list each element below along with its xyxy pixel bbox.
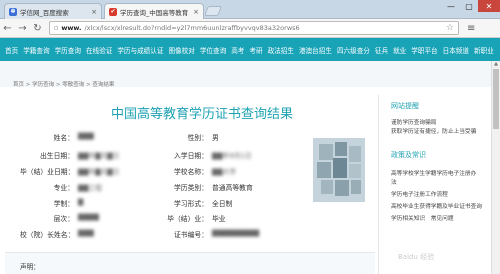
field-value: ▇▇▇▇▇▇▇▇▇ (212, 229, 260, 237)
page-icon: ▫ (54, 24, 59, 32)
field-value: 毕业 (212, 215, 226, 223)
sidebar-title-policy: 政策及常识 (391, 151, 426, 159)
field-value: 普通高等教育 (212, 184, 253, 192)
field-label: 证书编号： (174, 231, 208, 239)
sidebar-link[interactable]: 学历电子注册工作流程 (391, 189, 448, 198)
field-label: 专业： (53, 184, 74, 192)
field-label: 校（院）长姓名： (20, 231, 75, 239)
tab-title: 学信网_百度搜索 (20, 8, 69, 17)
nav-item[interactable]: 学历与成绩认证 (117, 45, 163, 55)
address-bar: ← → ↻ ▫ www. /xlcx/lscx/xlresult.do?rndi… (0, 19, 500, 38)
scroll-up-icon[interactable]: ▲ (492, 61, 500, 68)
field-label: 出生日期： (40, 152, 74, 160)
site-icon: ✔ (109, 7, 117, 16)
field-value: 男 (212, 134, 219, 142)
paw-icon: ✽ (9, 7, 17, 16)
nav-item[interactable]: 高考 (231, 45, 244, 55)
right-sidebar: 网站提醒 谨防学历查询骗局 获取学历证有捷径，防止上当受骗 政策及常识 高等学校… (378, 95, 485, 274)
sidebar-link[interactable]: 学历相关知识 常见问题 (391, 213, 454, 222)
page-scrollbar[interactable]: ▲ (491, 61, 500, 274)
window-controls: — ▢ ✕ (442, 0, 500, 12)
browser-tabstrip: ✽ 学信网_百度搜索 × ✔ 学历查询_中国高等教育 × — ▢ ✕ (0, 0, 500, 19)
nav-item[interactable]: 首页 (5, 45, 18, 55)
nav-item[interactable]: 四六级查分 (337, 45, 370, 55)
close-tab-icon[interactable]: × (91, 8, 97, 16)
tab-title: 学历查询_中国高等教育 (120, 8, 189, 17)
field-label: 毕（结）业： (167, 215, 208, 223)
url-host: www. (61, 24, 82, 32)
arrow-left-icon[interactable]: ← (0, 23, 15, 34)
sidebar-title-reminder: 网站提醒 (391, 102, 419, 110)
sidebar-link[interactable]: 法 (391, 177, 397, 186)
field-value: ▇▇年▇月▇日 (78, 152, 120, 160)
nav-item[interactable]: 港澳台招生 (299, 45, 332, 55)
close-window-icon[interactable]: ✕ (478, 0, 500, 12)
field-label: 姓名： (53, 134, 74, 142)
sidebar-link[interactable]: 谨防学历查询骗局 (391, 117, 437, 126)
field-value: ▇▇年▇月▇日 (78, 168, 120, 176)
field-label: 学习形式： (174, 200, 208, 208)
nav-item[interactable]: 学位查询 (200, 45, 226, 55)
star-icon[interactable]: ☆ (446, 23, 454, 33)
nav-item[interactable]: 学职平台 (411, 45, 437, 55)
scrollbar-thumb[interactable] (493, 69, 499, 129)
new-tab-button[interactable] (204, 6, 222, 16)
nav-item[interactable]: 学历查询 (55, 45, 81, 55)
field-value: ▇▇年9月1日 (212, 152, 252, 160)
watermark: Baidu 经验 (398, 253, 435, 261)
field-label: 学历类别： (174, 184, 208, 192)
nav-item[interactable]: 新职业 (474, 45, 494, 55)
field-label: 层次： (53, 215, 74, 223)
field-value: 全日制 (212, 200, 233, 208)
nav-item[interactable]: 图像校对 (168, 45, 194, 55)
nav-item[interactable]: 考研 (249, 45, 262, 55)
url-input[interactable]: ▫ www. /xlcx/lscx/xlresult.do?rndid=y2l7… (49, 21, 459, 35)
statement-section: 声明： (5, 252, 375, 274)
field-value: ▇ (78, 198, 84, 206)
reload-icon[interactable]: ↻ (30, 23, 45, 34)
breadcrumb-bar: 首页 > 学历查询 > 零散查询 > 查询结果 (0, 61, 500, 88)
maximize-icon[interactable]: ▢ (460, 0, 478, 12)
url-path: /xlcx/lscx/xlresult.do?rndid=y2l7mm6uunl… (84, 24, 300, 32)
field-value: ▇▇▇ (78, 229, 94, 237)
menu-icon[interactable]: ≡ (467, 23, 475, 34)
student-photo (313, 138, 365, 202)
minimize-icon[interactable]: — (442, 0, 460, 12)
site-nav: 首页 学籍查询 学历查询 在线验证 学历与成绩认证 图像校对 学位查询 高考 考研 政法招生 港澳台… (0, 38, 500, 61)
field-value: ▇▇▇▇ (78, 213, 99, 221)
nav-item[interactable]: 在线验证 (86, 45, 112, 55)
sidebar-link[interactable]: 获取学历证有捷径，防止上当受骗 (391, 126, 476, 135)
sidebar-link[interactable]: 高校毕业生获得学籍及毕业证书查询 (391, 201, 482, 210)
statement-label: 声明： (20, 263, 40, 271)
field-label: 入学日期： (174, 152, 208, 160)
tab-xuexin-query[interactable]: ✔ 学历查询_中国高等教育 × (104, 3, 204, 19)
tab-baidu-search[interactable]: ✽ 学信网_百度搜索 × (4, 3, 102, 19)
close-tab-icon[interactable]: × (193, 8, 199, 16)
field-value: ▇▇▇ (78, 132, 94, 140)
field-label: 毕（结）业日期： (20, 168, 75, 176)
field-label: 性别： (187, 134, 208, 142)
field-value: ▇▇大学 (212, 168, 237, 176)
nav-item[interactable]: 就业 (393, 45, 406, 55)
nav-item[interactable]: 政法招生 (268, 45, 294, 55)
field-label: 学制： (53, 200, 74, 208)
sidebar-link[interactable]: 高等学校学生学籍学历电子注册办 (391, 168, 476, 177)
field-value: ▇▇工程 (78, 184, 103, 192)
nav-item[interactable]: 学籍查询 (23, 45, 49, 55)
nav-item[interactable]: 日本频道 (443, 45, 469, 55)
nav-item[interactable]: 征兵 (375, 45, 388, 55)
arrow-right-icon[interactable]: → (15, 23, 30, 34)
field-label: 学校名称： (174, 168, 208, 176)
page-title: 中国高等教育学历证书查询结果 (111, 107, 294, 122)
